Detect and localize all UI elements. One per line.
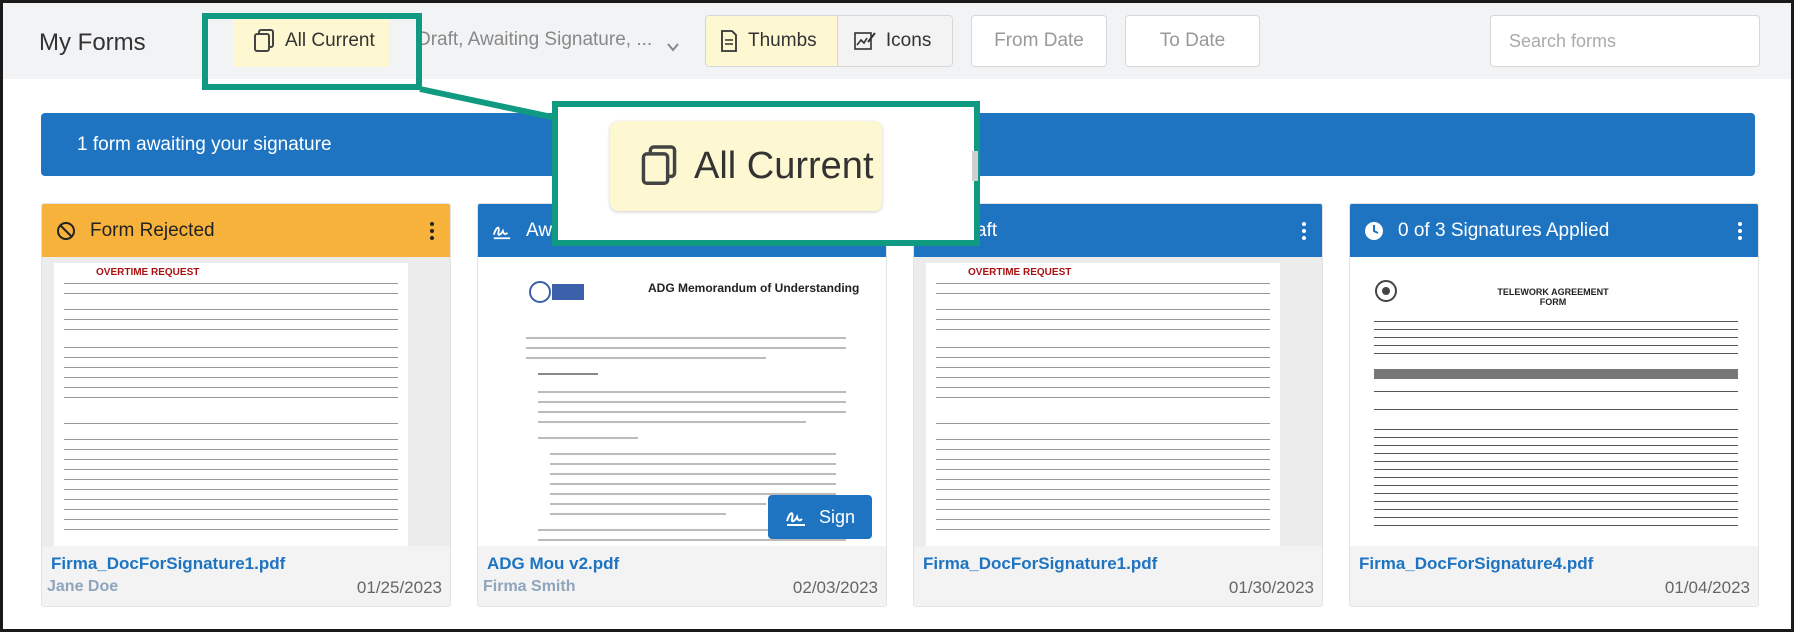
zoomed-divider [972,151,978,181]
form-date: 01/25/2023 [356,578,442,597]
sign-label: Sign [818,506,856,527]
clock-icon [1365,221,1383,240]
chevron-down-icon[interactable] [667,41,679,53]
form-card[interactable]: aft OVERTIME REQUEST Firma_DocForSignatu… [913,203,1323,607]
card-status-label: Form Rejected [90,219,215,241]
doc-title: TELEWORK AGREEMENT FORM [1497,287,1609,307]
state-seal-icon [1375,280,1397,302]
prohibited-icon [57,221,75,240]
page-title: My Forms [39,29,146,56]
view-icons-button[interactable]: Icons [837,16,952,66]
callout-zoom-panel: All Current [552,101,980,246]
view-toggle: Thumbs Icons [705,15,953,67]
form-card[interactable]: Awa ADG Memorandum of Understanding ADG … [477,203,887,607]
form-thumbnail[interactable]: OVERTIME REQUEST [42,257,450,548]
view-thumbs-button[interactable]: Thumbs [706,16,838,66]
search-input[interactable]: Search forms [1490,15,1760,67]
card-status-header: Form Rejected [42,204,450,257]
file-name[interactable]: ADG Mou v2.pdf [487,554,619,574]
card-footer: ADG Mou v2.pdf Firma Smith 02/03/2023 [478,546,886,606]
card-footer: Firma_DocForSignature1.pdf 01/30/2023 [914,546,1322,606]
card-status-label: 0 of 3 Signatures Applied [1398,219,1610,241]
form-thumbnail[interactable]: OVERTIME REQUEST [914,257,1322,548]
adg-logo-icon [529,281,584,303]
document-page: TELEWORK AGREEMENT FORM [1350,257,1758,548]
file-name[interactable]: Firma_DocForSignature1.pdf [51,554,285,574]
document-page: OVERTIME REQUEST [54,263,408,548]
form-thumbnail[interactable]: TELEWORK AGREEMENT FORM [1350,257,1758,548]
form-date: 01/04/2023 [1664,578,1750,597]
sign-button[interactable]: Sign [768,495,872,539]
signature-icon [786,512,805,526]
signature-document-icon [854,32,876,50]
form-date: 02/03/2023 [792,578,878,597]
card-status-header: 0 of 3 Signatures Applied [1350,204,1758,257]
more-options-icon[interactable] [430,222,434,240]
more-options-icon[interactable] [1302,222,1306,240]
form-card[interactable]: Form Rejected OVERTIME REQUEST Firma_Doc… [41,203,451,607]
file-name[interactable]: Firma_DocForSignature1.pdf [923,554,1157,574]
status-filter-select[interactable]: Draft, Awaiting Signature, ... [417,29,652,51]
file-name[interactable]: Firma_DocForSignature4.pdf [1359,554,1593,574]
copy-documents-icon [641,145,677,185]
card-footer: Firma_DocForSignature4.pdf 01/04/2023 [1350,546,1758,606]
zoomed-all-current-button: All Current [610,121,882,211]
doc-title: OVERTIME REQUEST [96,267,200,278]
callout-highlight-box [202,13,422,90]
user-name: Jane Doe [47,578,119,595]
user-name: Firma Smith [483,578,576,595]
form-card[interactable]: 0 of 3 Signatures Applied TELEWORK AGREE… [1349,203,1759,607]
zoomed-label: All Current [694,144,874,187]
document-icon [721,30,737,52]
more-options-icon[interactable] [1738,222,1742,240]
form-date: 01/30/2023 [1228,578,1314,597]
card-footer: Firma_DocForSignature1.pdf Jane Doe 01/2… [42,546,450,606]
view-icons-label: Icons [885,30,932,51]
document-page: OVERTIME REQUEST [926,263,1280,548]
banner-text: 1 form awaiting your signature [77,133,332,155]
to-date-input[interactable]: To Date [1125,15,1260,67]
doc-title: OVERTIME REQUEST [968,267,1072,278]
from-date-input[interactable]: From Date [971,15,1107,67]
signature-icon [492,226,511,239]
doc-title: ADG Memorandum of Understanding [648,281,860,295]
view-thumbs-label: Thumbs [748,30,817,51]
